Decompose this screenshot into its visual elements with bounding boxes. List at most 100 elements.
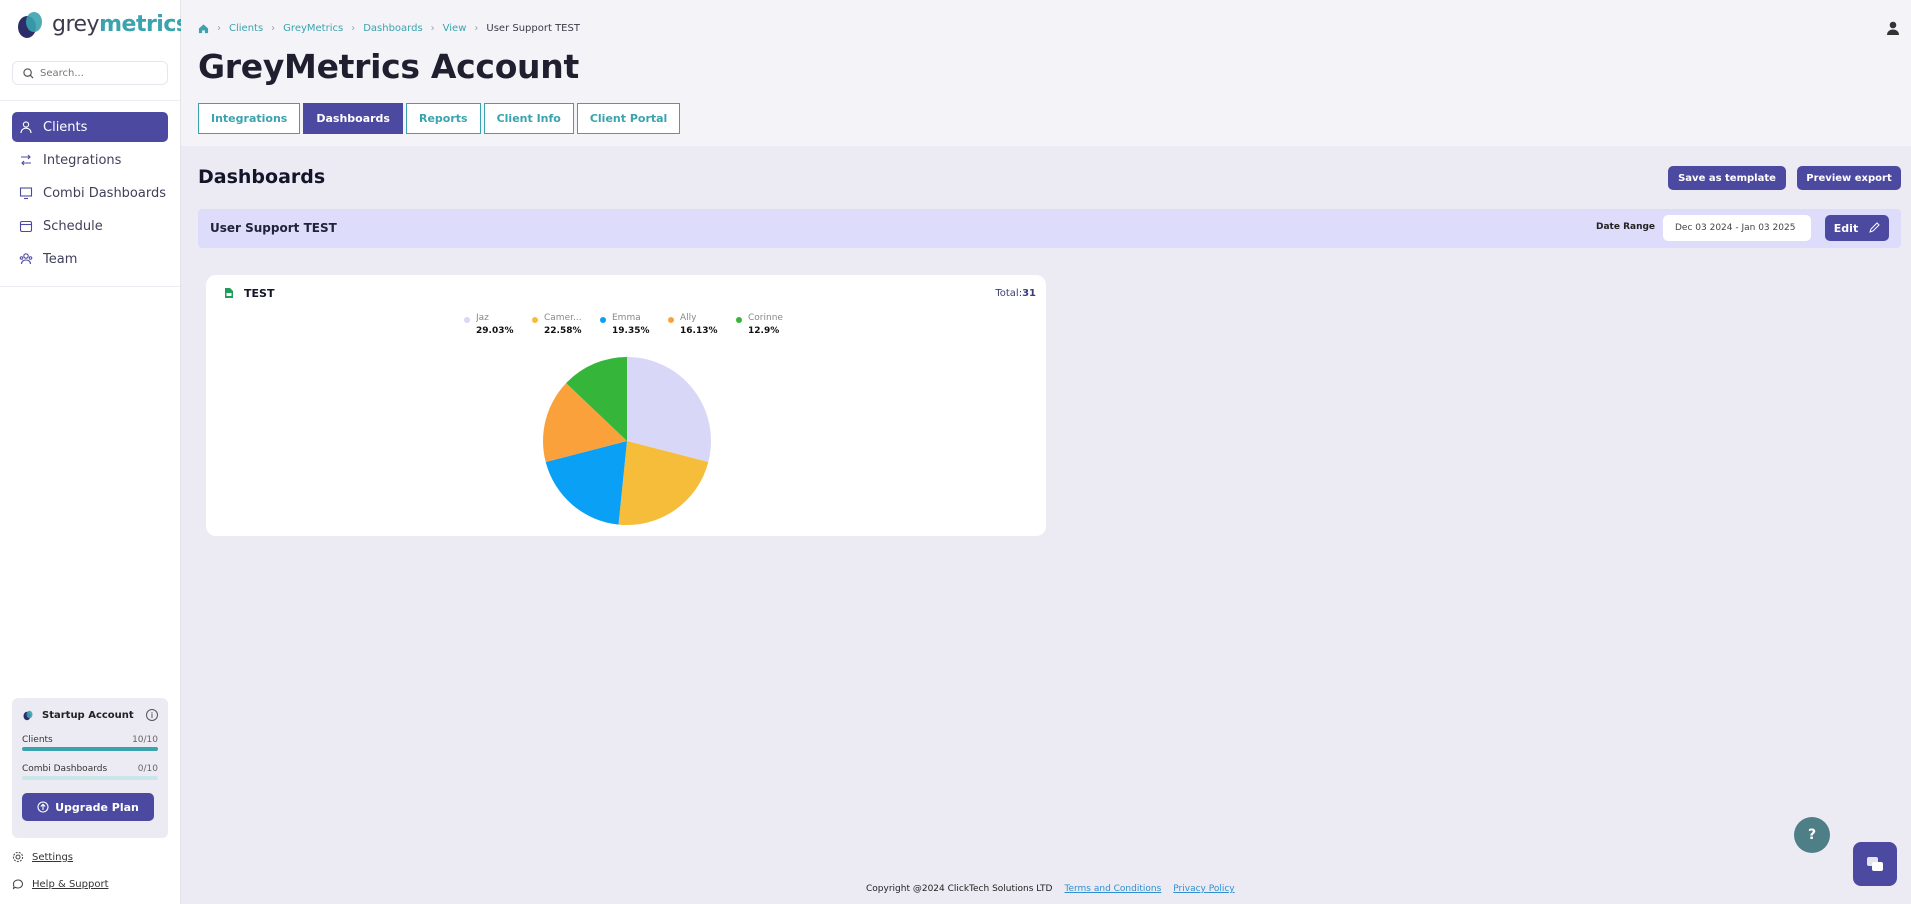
home-icon[interactable] (198, 23, 209, 34)
settings-link[interactable]: Settings (12, 851, 73, 863)
search-icon (23, 67, 34, 79)
logo-text: greymetrics (52, 11, 189, 37)
legend-percent: 22.58% (544, 326, 582, 336)
legend-label: Ally (680, 313, 697, 323)
date-range-label: Date Range (1596, 222, 1656, 232)
user-icon (20, 121, 32, 134)
breadcrumb-dashboards[interactable]: Dashboards (363, 23, 422, 34)
upgrade-plan-label: Upgrade Plan (55, 800, 139, 814)
help-support-label: Help & Support (32, 878, 109, 890)
monitor-icon (19, 187, 33, 200)
sidebar-divider (0, 286, 180, 287)
chart-widget[interactable]: TEST Total:31 Jaz 29.03% Camer... 22.58% Emm… (206, 275, 1046, 536)
breadcrumb-clients[interactable]: Clients (229, 23, 263, 34)
legend-percent: 19.35% (612, 326, 650, 336)
sheet-icon (225, 288, 233, 298)
plan-name: Startup Account (42, 709, 134, 721)
chat-button[interactable] (1853, 842, 1897, 886)
search-input[interactable] (40, 67, 150, 79)
combi-dashboards-meter: Combi Dashboards 0/10 (22, 764, 158, 780)
total-label: Total: (995, 288, 1023, 299)
page-title: GreyMetrics Account (198, 47, 579, 86)
arrows-icon (21, 154, 31, 166)
chevron-right-icon: › (217, 23, 221, 34)
page-header: › Clients › GreyMetrics › Dashboards › V… (181, 0, 1911, 146)
tab-client-info[interactable]: Client Info (483, 103, 574, 134)
settings-label: Settings (32, 851, 74, 863)
calendar-icon (19, 220, 33, 233)
sidebar-item-label: Combi Dashboards (43, 185, 166, 201)
terms-link[interactable]: Terms and Conditions (1064, 884, 1161, 894)
legend-label: Jaz (476, 313, 489, 323)
sidebar: greymetrics Clients Integrations Combi D… (0, 0, 189, 904)
dashboard-bar: User Support TEST Date Range Dec 03 2024… (198, 209, 1901, 248)
sidebar-nav: Clients Integrations Combi Dashboards Sc… (12, 112, 168, 277)
legend-dot (532, 317, 538, 323)
meter-bar (22, 776, 158, 780)
arrow-up-circle-icon (37, 801, 49, 813)
tab-integrations[interactable]: Integrations (198, 103, 301, 134)
account-icon[interactable] (1885, 20, 1901, 36)
copyright-text: Copyright @2024 ClickTech Solutions LTD (866, 884, 1053, 894)
help-button[interactable]: ? (1794, 817, 1830, 853)
widget-title: TEST (244, 287, 275, 300)
sidebar-item-schedule[interactable]: Schedule (12, 211, 168, 241)
meter-label: Combi Dashboards (22, 764, 108, 774)
chevron-right-icon: › (430, 23, 435, 34)
meter-fill (22, 747, 158, 751)
legend-percent: 16.13% (680, 326, 718, 336)
privacy-link[interactable]: Privacy Policy (1173, 884, 1234, 894)
breadcrumb-view[interactable]: View (443, 23, 467, 34)
sidebar-item-team[interactable]: Team (12, 244, 168, 274)
date-range-input[interactable]: Dec 03 2024 - Jan 03 2025 (1663, 215, 1811, 241)
total-value: 31 (1022, 288, 1036, 299)
chevron-right-icon: › (351, 23, 356, 34)
legend-label: Corinne (748, 313, 783, 323)
logo[interactable]: greymetrics (14, 8, 189, 40)
legend-dot (464, 317, 470, 323)
tab-bar: Integrations Dashboards Reports Client I… (198, 103, 681, 134)
legend-dot (736, 317, 742, 323)
search-box[interactable] (12, 61, 168, 85)
legend-label: Camer... (544, 313, 582, 323)
plan-card: Startup Account i Clients 10/10 Combi Das… (12, 698, 168, 838)
upgrade-plan-button[interactable]: Upgrade Plan (22, 793, 154, 821)
pie-chart (543, 357, 711, 525)
edit-label: Edit (1833, 221, 1859, 235)
edit-button[interactable]: Edit (1825, 215, 1889, 241)
sidebar-item-combi-dashboards[interactable]: Combi Dashboards (12, 178, 168, 208)
breadcrumb-greymetrics[interactable]: GreyMetrics (283, 23, 343, 34)
sidebar-item-label: Clients (43, 119, 88, 135)
logo-icon (18, 12, 42, 38)
help-support-link[interactable]: Help & Support (12, 878, 108, 890)
sidebar-item-label: Team (43, 251, 78, 267)
chat-icon (1867, 857, 1883, 871)
pencil-icon (1869, 222, 1880, 233)
plan-logo-icon (23, 710, 33, 721)
preview-export-button[interactable]: Preview export (1797, 166, 1901, 190)
dashboard-name: User Support TEST (210, 221, 337, 235)
meter-count: 0/10 (137, 764, 158, 774)
logo-text-metrics: metrics (99, 11, 189, 37)
sidebar-item-label: Integrations (43, 152, 122, 168)
chevron-right-icon: › (271, 23, 276, 34)
sidebar-item-label: Schedule (43, 218, 103, 234)
sidebar-item-clients[interactable]: Clients (12, 112, 168, 142)
plan-header: Startup Account i (22, 708, 158, 722)
info-icon[interactable]: i (146, 709, 158, 721)
sidebar-item-integrations[interactable]: Integrations (12, 145, 168, 175)
legend-label: Emma (612, 313, 641, 323)
clients-meter: Clients 10/10 (22, 735, 158, 751)
legend-dot (600, 317, 606, 323)
save-as-template-button[interactable]: Save as template (1668, 166, 1786, 190)
tab-client-portal[interactable]: Client Portal (576, 103, 681, 134)
sidebar-divider (0, 100, 180, 101)
widget-total: Total:31 (995, 288, 1036, 299)
tab-dashboards[interactable]: Dashboards (303, 103, 403, 134)
chat-bubble-icon (12, 879, 23, 890)
meter-label: Clients (22, 735, 53, 745)
tab-reports[interactable]: Reports (405, 103, 481, 134)
breadcrumb: › Clients › GreyMetrics › Dashboards › V… (198, 23, 580, 34)
section-title: Dashboards (198, 166, 326, 188)
meter-count: 10/10 (132, 735, 158, 745)
